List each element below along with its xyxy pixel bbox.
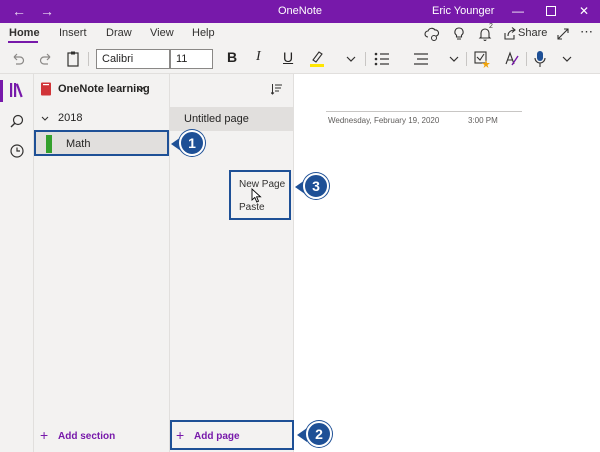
active-tab-indicator (8, 41, 38, 43)
underline-button[interactable]: U (283, 49, 293, 69)
chevron-down-icon[interactable] (41, 116, 49, 122)
recent-notes-clock-icon[interactable] (10, 144, 24, 158)
callout-badge-2: 2 (306, 421, 332, 447)
sort-pages-icon[interactable] (271, 83, 283, 95)
tag-checkbox-star-icon[interactable] (473, 49, 491, 69)
bulleted-list-icon[interactable] (373, 49, 391, 69)
font-name-input[interactable]: Calibri (96, 49, 170, 69)
page-title-line[interactable] (326, 111, 522, 112)
toolbar-divider (365, 52, 366, 66)
chevron-down-icon[interactable] (561, 49, 573, 69)
highlight-box-section (34, 130, 169, 156)
callout-badge-1: 1 (179, 130, 205, 156)
add-section-label: Add section (58, 431, 116, 442)
page-date: Wednesday, February 19, 2020 (328, 116, 440, 125)
navigation-rail (0, 74, 34, 452)
more-options-icon[interactable]: ⋯ (580, 24, 593, 40)
ribbon-tabs: Home Insert Draw View Help 2 Share ⋯ (0, 23, 600, 44)
page-canvas[interactable]: Wednesday, February 19, 2020 3:00 PM (294, 74, 600, 452)
chevron-down-icon (136, 86, 145, 92)
clipboard-icon[interactable] (66, 49, 80, 69)
toolbar: Calibri 11 B I U (0, 44, 600, 74)
section-group-label: 2018 (58, 112, 83, 124)
bold-button[interactable]: B (227, 49, 237, 69)
highlighter-icon[interactable] (309, 49, 325, 69)
redo-icon[interactable] (38, 49, 54, 69)
lightbulb-icon[interactable] (451, 26, 467, 42)
title-bar: ← → OneNote Eric Younger — ✕ (0, 0, 600, 23)
notebooks-icon[interactable] (9, 82, 25, 98)
toolbar-divider (88, 52, 89, 66)
italic-button[interactable]: I (256, 49, 261, 69)
toolbar-divider (466, 52, 467, 66)
callout-badge-3: 3 (303, 173, 329, 199)
toolbar-divider (526, 52, 527, 66)
spelling-icon[interactable] (503, 49, 519, 69)
page-label: Untitled page (184, 113, 249, 125)
chevron-down-icon[interactable] (448, 49, 460, 69)
search-icon[interactable] (10, 114, 24, 128)
tab-view[interactable]: View (150, 27, 174, 39)
close-icon[interactable]: ✕ (574, 2, 594, 20)
notification-count: 2 (489, 23, 493, 30)
tab-home[interactable]: Home (9, 27, 40, 39)
font-size-input[interactable]: 11 (170, 49, 213, 69)
tab-draw[interactable]: Draw (106, 27, 132, 39)
tab-insert[interactable]: Insert (59, 27, 87, 39)
chevron-down-icon[interactable] (345, 49, 357, 69)
rail-active-indicator (0, 80, 3, 102)
undo-icon[interactable] (10, 49, 26, 69)
notebook-icon (41, 82, 51, 96)
sync-notebook-icon[interactable] (424, 26, 440, 42)
share-button[interactable]: Share (518, 27, 547, 39)
minimize-icon[interactable]: — (508, 2, 528, 20)
plus-icon: + (40, 427, 49, 443)
section-group-2018[interactable]: 2018 (34, 108, 170, 128)
notebook-switcher[interactable]: OneNote learning (34, 74, 170, 104)
share-icon[interactable] (502, 26, 518, 42)
tab-help[interactable]: Help (192, 27, 215, 39)
user-name[interactable]: Eric Younger (432, 5, 494, 17)
align-icon[interactable] (412, 49, 430, 69)
page-time: 3:00 PM (468, 116, 498, 125)
highlight-box-add-page (170, 420, 294, 450)
maximize-icon[interactable] (541, 2, 561, 20)
page-untitled[interactable]: Untitled page (170, 107, 294, 131)
dictate-microphone-icon[interactable] (533, 49, 547, 69)
highlight-box-context-menu (229, 170, 291, 220)
expand-icon[interactable] (555, 26, 571, 42)
